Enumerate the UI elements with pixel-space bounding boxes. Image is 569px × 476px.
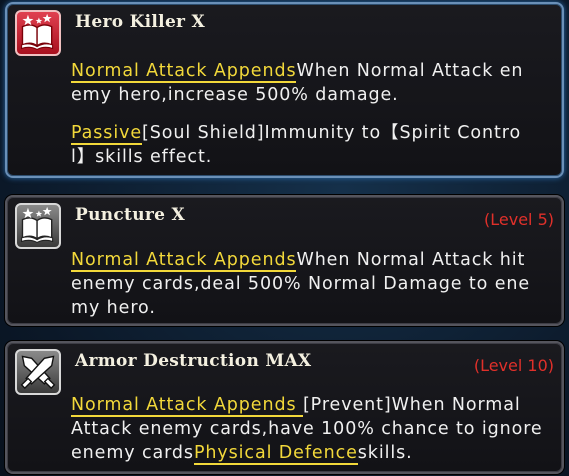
desc-text: [Prevent]When Normal	[302, 395, 521, 415]
crossed-swords-icon	[15, 349, 61, 395]
skill-level: (Level 10)	[473, 356, 554, 375]
desc-text: enemy cards,deal 500% Normal Damage to e…	[71, 274, 531, 294]
desc-text: emy hero,increase 500% damage.	[71, 85, 399, 105]
desc-text: skills.	[357, 443, 413, 463]
desc-text: my hero.	[71, 298, 156, 318]
skill-description: Normal Attack Appends [Prevent]When Norm…	[71, 393, 554, 465]
book-star-icon	[15, 203, 61, 249]
keyword-normal-attack-appends: Normal Attack Appends	[71, 250, 297, 272]
skill-title: Armor Destruction MAX	[75, 351, 312, 371]
desc-text: enemy cards	[71, 443, 194, 463]
keyword-physical-defence: Physical Defence	[193, 443, 358, 465]
desc-text: l】skills effect.	[71, 147, 213, 167]
skill-title: Hero Killer X	[75, 12, 206, 32]
keyword-normal-attack-appends: Normal Attack Appends	[71, 61, 297, 83]
keyword-normal-attack-appends: Normal Attack Appends	[71, 395, 303, 417]
skill-title: Puncture X	[75, 205, 185, 225]
skill-panel-hero-killer[interactable]: Hero Killer X Normal Attack AppendsWhen …	[5, 2, 564, 178]
skill-description: Normal Attack AppendsWhen Normal Attack …	[71, 248, 554, 320]
desc-text: Attack enemy cards,have 100% chance to i…	[71, 419, 543, 439]
skill-level: (Level 5)	[484, 210, 554, 229]
book-star-icon	[15, 10, 61, 56]
desc-text: When Normal Attack en	[296, 61, 524, 81]
desc-text: [Soul Shield]Immunity to【Spirit Contro	[142, 123, 522, 143]
desc-text: When Normal Attack hit	[296, 250, 526, 270]
keyword-passive: Passive	[71, 123, 143, 145]
skill-list: Hero Killer X Normal Attack AppendsWhen …	[0, 0, 569, 476]
skill-panel-armor-destruction[interactable]: Armor Destruction MAX (Level 10) Normal …	[5, 341, 564, 474]
skill-panel-puncture[interactable]: Puncture X (Level 5) Normal Attack Appen…	[5, 195, 564, 326]
skill-description: Normal Attack AppendsWhen Normal Attack …	[71, 59, 554, 169]
